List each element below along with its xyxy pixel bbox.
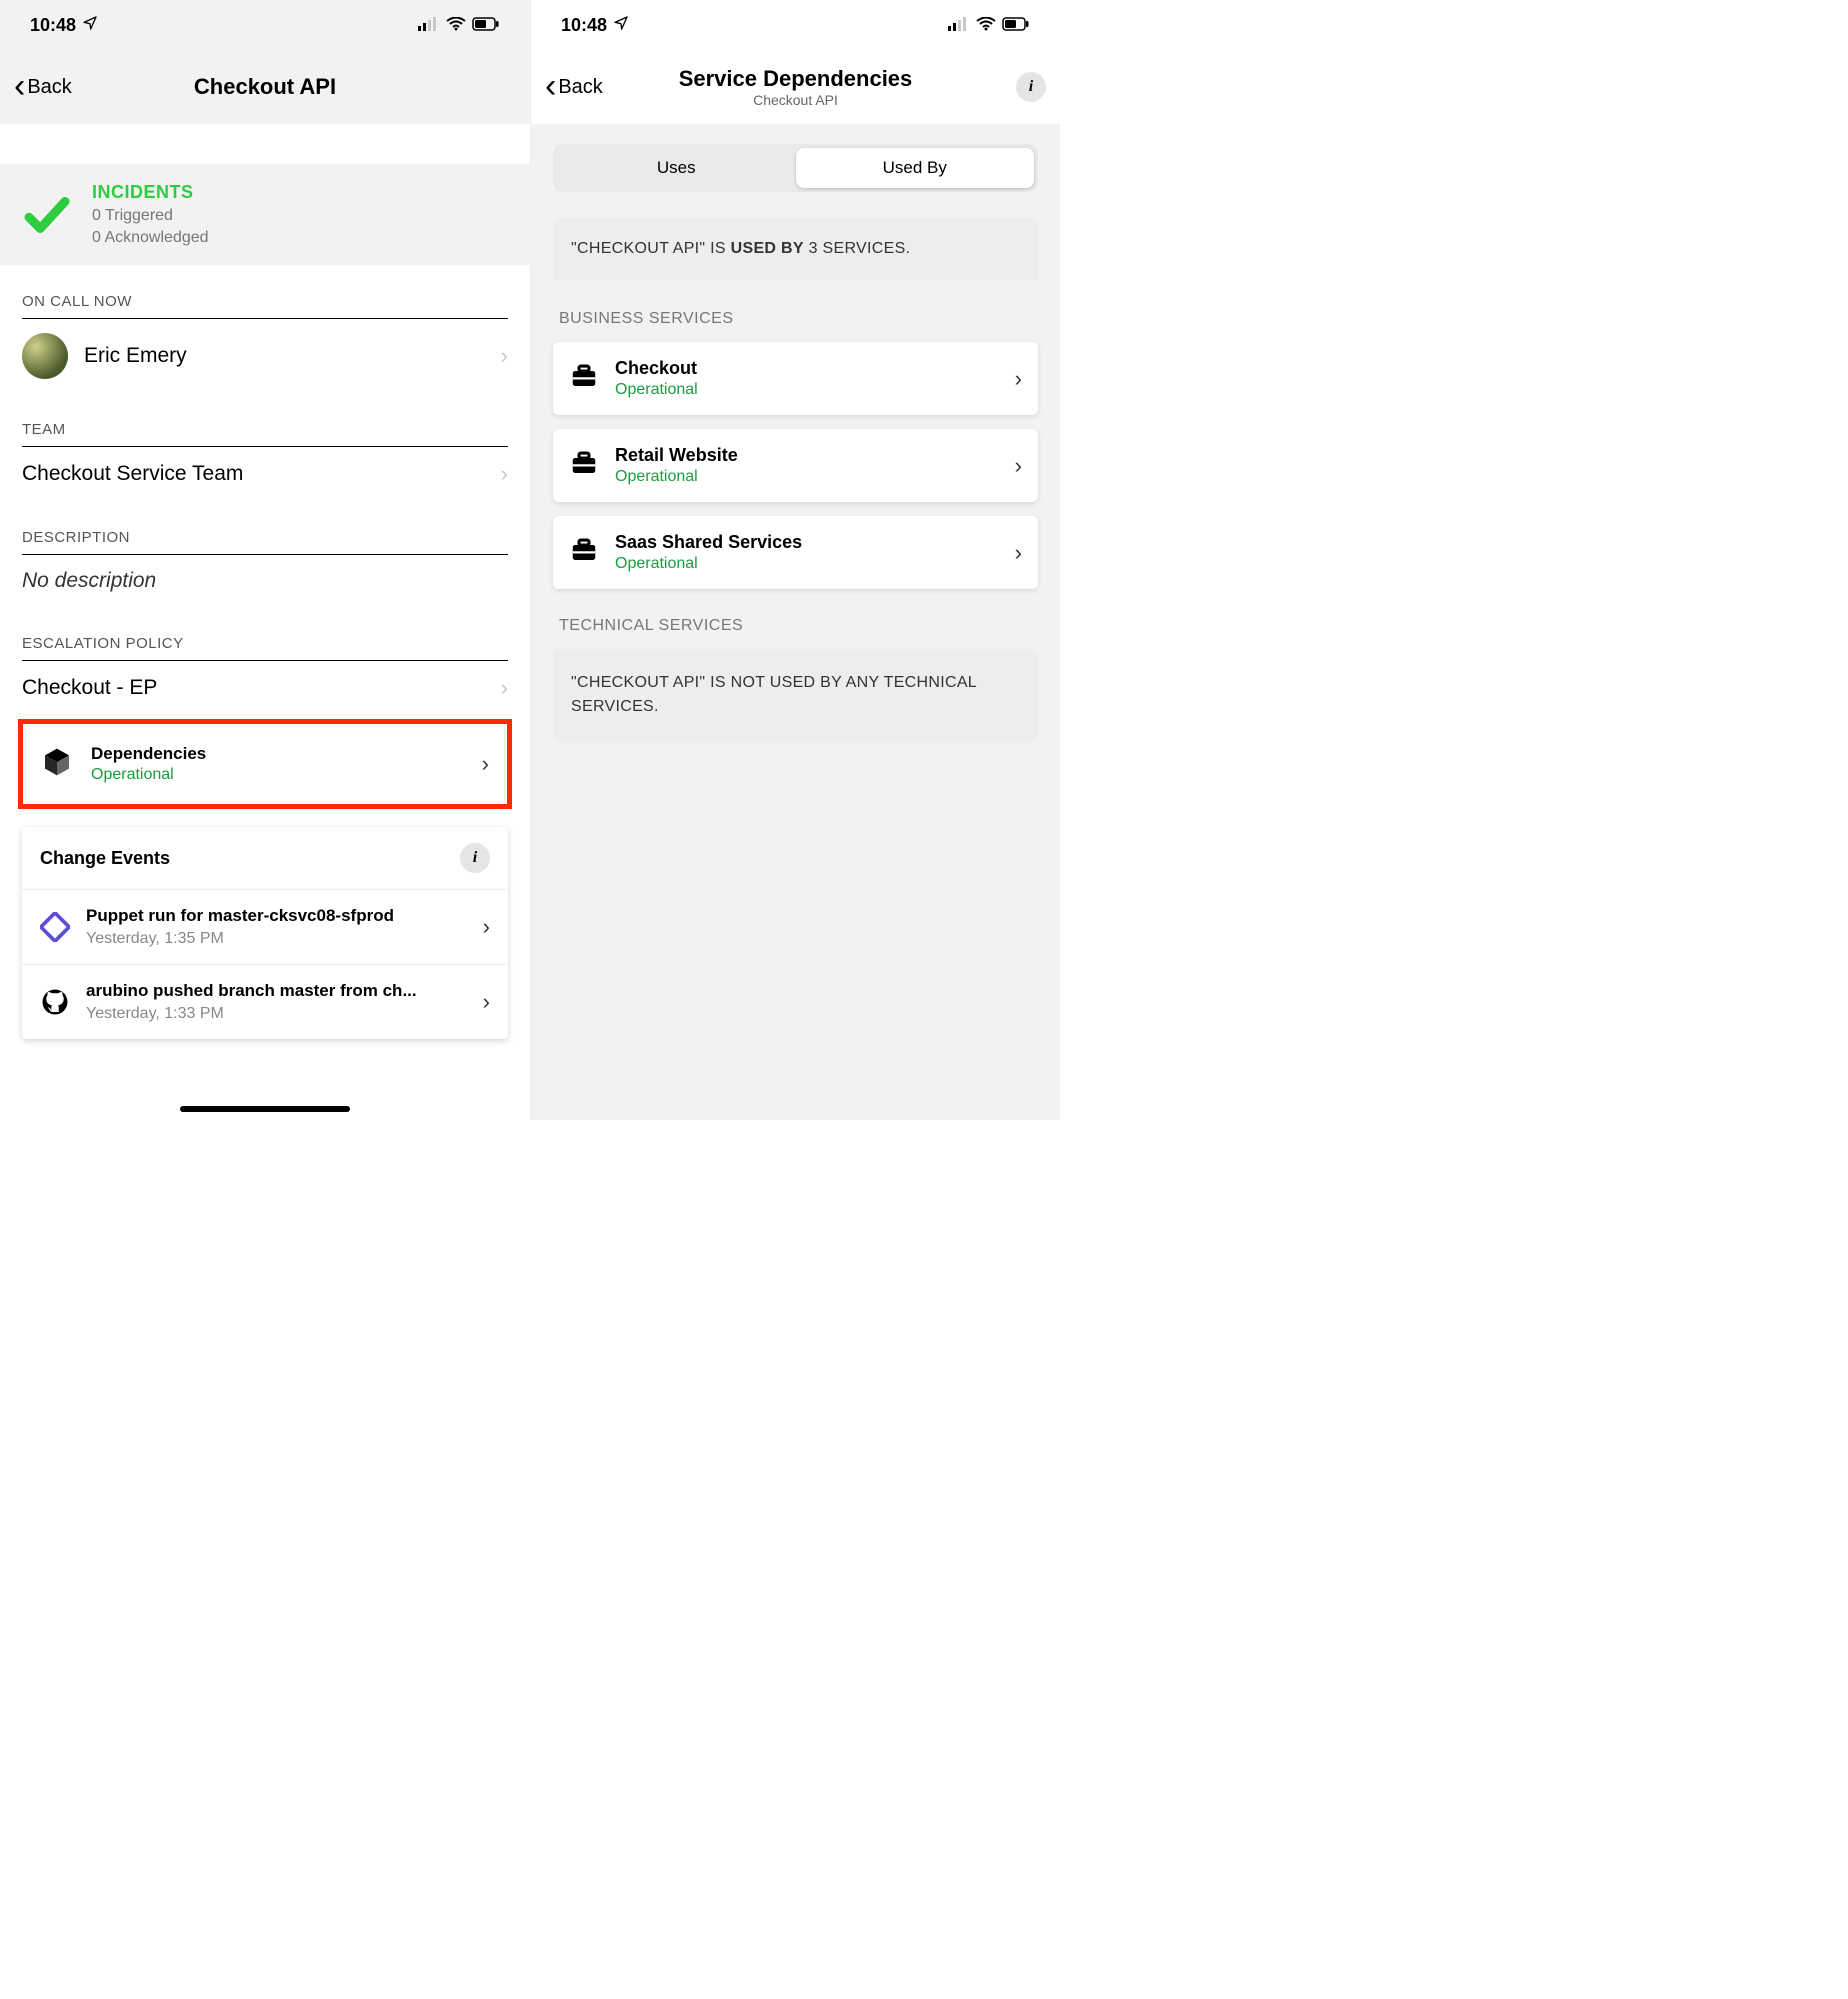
briefcase-icon [569, 361, 599, 396]
chevron-right-icon: › [482, 751, 489, 777]
status-bar: 10:48 [0, 0, 530, 50]
change-event-row[interactable]: Puppet run for master-cksvc08-sfprod Yes… [22, 889, 508, 964]
change-event-row[interactable]: arubino pushed branch master from ch... … [22, 964, 508, 1039]
oncall-row[interactable]: Eric Emery › [22, 319, 508, 393]
briefcase-icon [569, 448, 599, 483]
technical-empty-note: "CHECKOUT API" IS NOT USED BY ANY TECHNI… [553, 649, 1038, 741]
back-label: Back [558, 76, 602, 99]
cellular-icon [948, 15, 970, 36]
summary-bold: USED BY [731, 240, 804, 257]
change-event-title: arubino pushed branch master from ch... [86, 981, 417, 1001]
service-card[interactable]: Checkout Operational › [553, 342, 1038, 415]
page-title: Checkout API [0, 74, 530, 100]
screen-service-detail: 10:48 ‹ Back [0, 0, 530, 1120]
dependencies-highlight: Dependencies Operational › [18, 719, 512, 809]
battery-icon [1002, 15, 1030, 36]
group-label-technical: TECHNICAL SERVICES [531, 603, 1060, 643]
oncall-name: Eric Emery [84, 344, 187, 368]
section-label-team: TEAM [22, 421, 508, 447]
status-bar: 10:48 [531, 0, 1060, 50]
incidents-heading: INCIDENTS [92, 182, 209, 203]
escalation-row[interactable]: Checkout - EP › [22, 661, 508, 715]
segment-used-by[interactable]: Used By [796, 148, 1035, 188]
chevron-right-icon: › [483, 989, 490, 1015]
screen-service-dependencies: 10:48 ‹ Back [530, 0, 1060, 1120]
service-name: Retail Website [615, 445, 738, 466]
chevron-left-icon: ‹ [14, 73, 25, 100]
navbar: ‹ Back Checkout API [0, 50, 530, 124]
avatar [22, 333, 68, 379]
service-status: Operational [615, 468, 738, 486]
location-icon [613, 15, 629, 36]
incidents-summary: INCIDENTS 0 Triggered 0 Acknowledged [0, 164, 530, 265]
location-icon [82, 15, 98, 36]
incidents-acknowledged: 0 Acknowledged [92, 229, 209, 247]
service-card[interactable]: Saas Shared Services Operational › [553, 516, 1038, 589]
change-event-time: Yesterday, 1:35 PM [86, 930, 394, 948]
page-subtitle: Checkout API [531, 92, 1060, 108]
summary-suffix: 3 SERVICES. [804, 240, 910, 257]
wifi-icon [976, 15, 996, 36]
puppet-icon [40, 912, 70, 942]
dependencies-row[interactable]: Dependencies Operational › [25, 726, 505, 802]
status-time: 10:48 [30, 15, 76, 36]
team-name: Checkout Service Team [22, 462, 243, 486]
dependencies-status: Operational [91, 766, 206, 784]
summary-callout: "CHECKOUT API" IS USED BY 3 SERVICES. [553, 218, 1038, 280]
section-label-description: DESCRIPTION [22, 529, 508, 555]
chevron-right-icon: › [1015, 366, 1022, 392]
group-label-business: BUSINESS SERVICES [531, 296, 1060, 336]
service-name: Checkout [615, 358, 698, 379]
chevron-right-icon: › [1015, 540, 1022, 566]
home-indicator[interactable] [180, 1106, 350, 1112]
team-row[interactable]: Checkout Service Team › [22, 447, 508, 501]
service-name: Saas Shared Services [615, 532, 802, 553]
change-events-title: Change Events [40, 848, 170, 869]
chevron-right-icon: › [501, 675, 508, 701]
summary-prefix: "CHECKOUT API" IS [571, 240, 731, 257]
back-button[interactable]: ‹ Back [14, 73, 72, 100]
segment-control: Uses Used By [553, 144, 1038, 192]
cube-icon [41, 746, 73, 783]
back-button[interactable]: ‹ Back [545, 73, 603, 100]
change-events-card: Change Events i Puppet run for master-ck… [22, 827, 508, 1039]
change-event-title: Puppet run for master-cksvc08-sfprod [86, 906, 394, 926]
service-status: Operational [615, 555, 802, 573]
info-button[interactable]: i [1016, 72, 1046, 102]
section-label-escalation: ESCALATION POLICY [22, 635, 508, 661]
wifi-icon [446, 15, 466, 36]
segment-uses[interactable]: Uses [557, 148, 796, 188]
briefcase-icon [569, 535, 599, 570]
navbar: ‹ Back Service Dependencies Checkout API… [531, 50, 1060, 124]
chevron-left-icon: ‹ [545, 73, 556, 100]
change-event-time: Yesterday, 1:33 PM [86, 1005, 417, 1023]
incidents-triggered: 0 Triggered [92, 207, 209, 225]
page-title: Service Dependencies [531, 66, 1060, 92]
description-value: No description [22, 569, 156, 593]
back-label: Back [27, 76, 71, 99]
service-status: Operational [615, 381, 698, 399]
chevron-right-icon: › [1015, 453, 1022, 479]
cellular-icon [418, 15, 440, 36]
battery-icon [472, 15, 500, 36]
escalation-value: Checkout - EP [22, 676, 157, 700]
status-time: 10:48 [561, 15, 607, 36]
github-icon [40, 987, 70, 1017]
check-icon [20, 182, 74, 247]
chevron-right-icon: › [483, 914, 490, 940]
dependencies-title: Dependencies [91, 744, 206, 764]
service-card[interactable]: Retail Website Operational › [553, 429, 1038, 502]
chevron-right-icon: › [501, 461, 508, 487]
chevron-right-icon: › [501, 343, 508, 369]
description-row: No description [22, 555, 508, 607]
section-label-oncall: ON CALL NOW [22, 293, 508, 319]
info-button[interactable]: i [460, 843, 490, 873]
